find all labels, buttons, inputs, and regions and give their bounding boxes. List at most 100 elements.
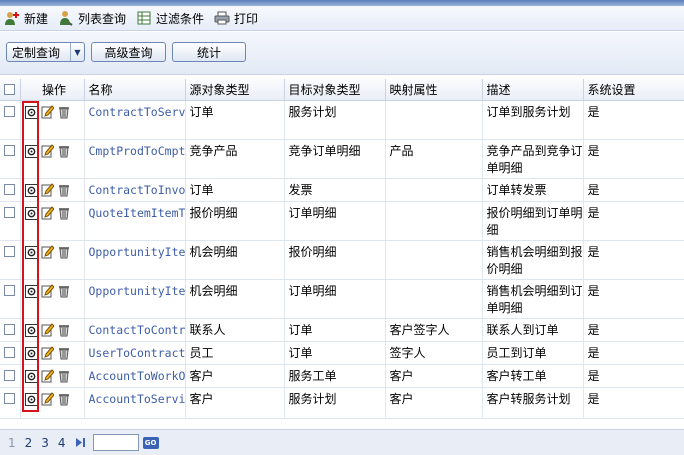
record-name-link[interactable]: QuoteItemItemT <box>89 205 185 222</box>
record-name-link[interactable]: ContractToServ <box>89 104 185 121</box>
custom-query-dropdown[interactable]: 定制查询 ▼ <box>6 42 85 62</box>
edit-icon[interactable] <box>41 346 55 360</box>
record-name-link[interactable]: ContactToContr <box>89 322 185 339</box>
delete-icon[interactable] <box>57 369 71 383</box>
last-page-icon[interactable] <box>75 437 87 448</box>
view-icon[interactable] <box>25 206 39 220</box>
edit-icon[interactable] <box>41 144 55 158</box>
page-number-input[interactable] <box>92 434 139 451</box>
new-button[interactable]: 新建 <box>4 10 48 27</box>
col-header-target-type[interactable]: 目标对象类型 <box>284 79 386 101</box>
chevron-down-icon[interactable]: ▼ <box>70 43 84 61</box>
cell-source-type: 订单 <box>185 178 285 202</box>
stats-button[interactable]: 统计 <box>172 42 246 62</box>
stats-label: 统计 <box>196 45 221 60</box>
record-name-link[interactable]: AccountToWorkO <box>89 368 185 385</box>
list-query-button[interactable]: 列表查询 <box>58 10 126 27</box>
cell-mapped-attribute <box>385 279 483 319</box>
cell-source-type-text: 员工 <box>189 346 214 360</box>
table-row: ContactToContr 联系人 订单 客户签字人 联系人到订单 是 <box>0 318 684 342</box>
row-checkbox[interactable] <box>4 184 15 195</box>
select-all-checkbox[interactable] <box>4 83 15 95</box>
row-checkbox[interactable] <box>4 207 15 218</box>
record-name-link[interactable]: AccountToServi <box>89 391 185 408</box>
print-button[interactable]: 打印 <box>214 10 258 27</box>
view-icon[interactable] <box>25 105 39 119</box>
view-icon[interactable] <box>25 369 39 383</box>
table-row: AccountToServi 客户 服务计划 客户 客户转服务计划 是 <box>0 387 684 419</box>
record-name-link[interactable]: UserToContract <box>89 345 185 362</box>
select-all-header <box>0 79 21 101</box>
edit-icon[interactable] <box>41 245 55 259</box>
table-row: ContractToServ 订单 服务计划 订单到服务计划 是 <box>0 100 684 140</box>
edit-icon[interactable] <box>41 369 55 383</box>
cell-name: OpportunityIte <box>84 240 186 280</box>
cell-source-type-text: 客户 <box>189 369 214 383</box>
cell-description: 客户转工单 <box>482 364 584 388</box>
new-person-icon <box>4 10 20 26</box>
edit-icon[interactable] <box>41 392 55 406</box>
page-link-1[interactable]: 1 <box>8 436 16 450</box>
delete-icon[interactable] <box>57 346 71 360</box>
delete-icon[interactable] <box>57 105 71 119</box>
row-checkbox[interactable] <box>4 347 15 358</box>
edit-icon[interactable] <box>41 183 55 197</box>
edit-icon[interactable] <box>41 323 55 337</box>
filter-button[interactable]: 过滤条件 <box>136 10 204 27</box>
record-name-link[interactable]: ContractToInvo <box>89 182 185 199</box>
edit-icon[interactable] <box>41 105 55 119</box>
action-button-bar: 定制查询 ▼ 高级查询 统计 <box>0 32 684 75</box>
filter-grid-icon <box>136 10 152 26</box>
row-checkbox[interactable] <box>4 246 15 257</box>
col-header-system-setting[interactable]: 系统设置 <box>583 79 684 101</box>
delete-icon[interactable] <box>57 323 71 337</box>
mapping-grid: 操作 名称 源对象类型 目标对象类型 映射属性 描述 系统设置 Contract… <box>0 79 684 429</box>
advanced-query-button[interactable]: 高级查询 <box>91 42 166 62</box>
view-icon[interactable] <box>25 144 39 158</box>
edit-icon[interactable] <box>41 284 55 298</box>
cell-mapped-attribute-text: 客户 <box>389 369 414 383</box>
cell-target-type-text: 服务工单 <box>288 369 337 383</box>
delete-icon[interactable] <box>57 392 71 406</box>
row-checkbox[interactable] <box>4 370 15 381</box>
cell-source-type: 机会明细 <box>185 240 285 280</box>
page-link-3[interactable]: 3 <box>41 436 49 450</box>
record-name-link[interactable]: CmptProdToCmpt <box>89 143 185 160</box>
record-name-link[interactable]: OpportunityIte <box>89 283 185 300</box>
cell-name: OpportunityIte <box>84 279 186 319</box>
cell-description: 报价明细到订单明细 <box>482 201 584 241</box>
view-icon[interactable] <box>25 245 39 259</box>
page-link-2[interactable]: 2 <box>25 436 33 450</box>
toolbar: 新建 列表查询 过滤条件 打印 <box>0 6 684 31</box>
col-header-description[interactable]: 描述 <box>482 79 584 101</box>
view-icon[interactable] <box>25 392 39 406</box>
row-checkbox[interactable] <box>4 393 15 404</box>
delete-icon[interactable] <box>57 183 71 197</box>
delete-icon[interactable] <box>57 144 71 158</box>
view-icon[interactable] <box>25 346 39 360</box>
view-icon[interactable] <box>25 284 39 298</box>
view-icon[interactable] <box>25 183 39 197</box>
cell-description: 订单转发票 <box>482 178 584 202</box>
delete-icon[interactable] <box>57 206 71 220</box>
cell-system-setting: 是 <box>583 318 684 342</box>
cell-target-type-text: 订单 <box>288 323 313 337</box>
cell-source-type-text: 客户 <box>189 392 214 406</box>
col-header-mapped-attribute[interactable]: 映射属性 <box>385 79 483 101</box>
record-name-link[interactable]: OpportunityIte <box>89 244 185 261</box>
table-row: OpportunityIte 机会明细 订单明细 销售机会明细到订单明细是 <box>0 279 684 319</box>
cell-mapped-attribute-text: 客户 <box>389 392 414 406</box>
go-button[interactable]: GO <box>142 436 159 449</box>
view-icon[interactable] <box>25 323 39 337</box>
cell-target-type: 服务计划 <box>284 100 386 140</box>
page-link-4[interactable]: 4 <box>58 436 66 450</box>
edit-icon[interactable] <box>41 206 55 220</box>
row-checkbox[interactable] <box>4 285 15 296</box>
col-header-source-type[interactable]: 源对象类型 <box>185 79 285 101</box>
row-checkbox[interactable] <box>4 145 15 156</box>
row-checkbox[interactable] <box>4 324 15 335</box>
delete-icon[interactable] <box>57 284 71 298</box>
col-header-name[interactable]: 名称 <box>84 79 186 101</box>
row-checkbox[interactable] <box>4 106 15 117</box>
delete-icon[interactable] <box>57 245 71 259</box>
